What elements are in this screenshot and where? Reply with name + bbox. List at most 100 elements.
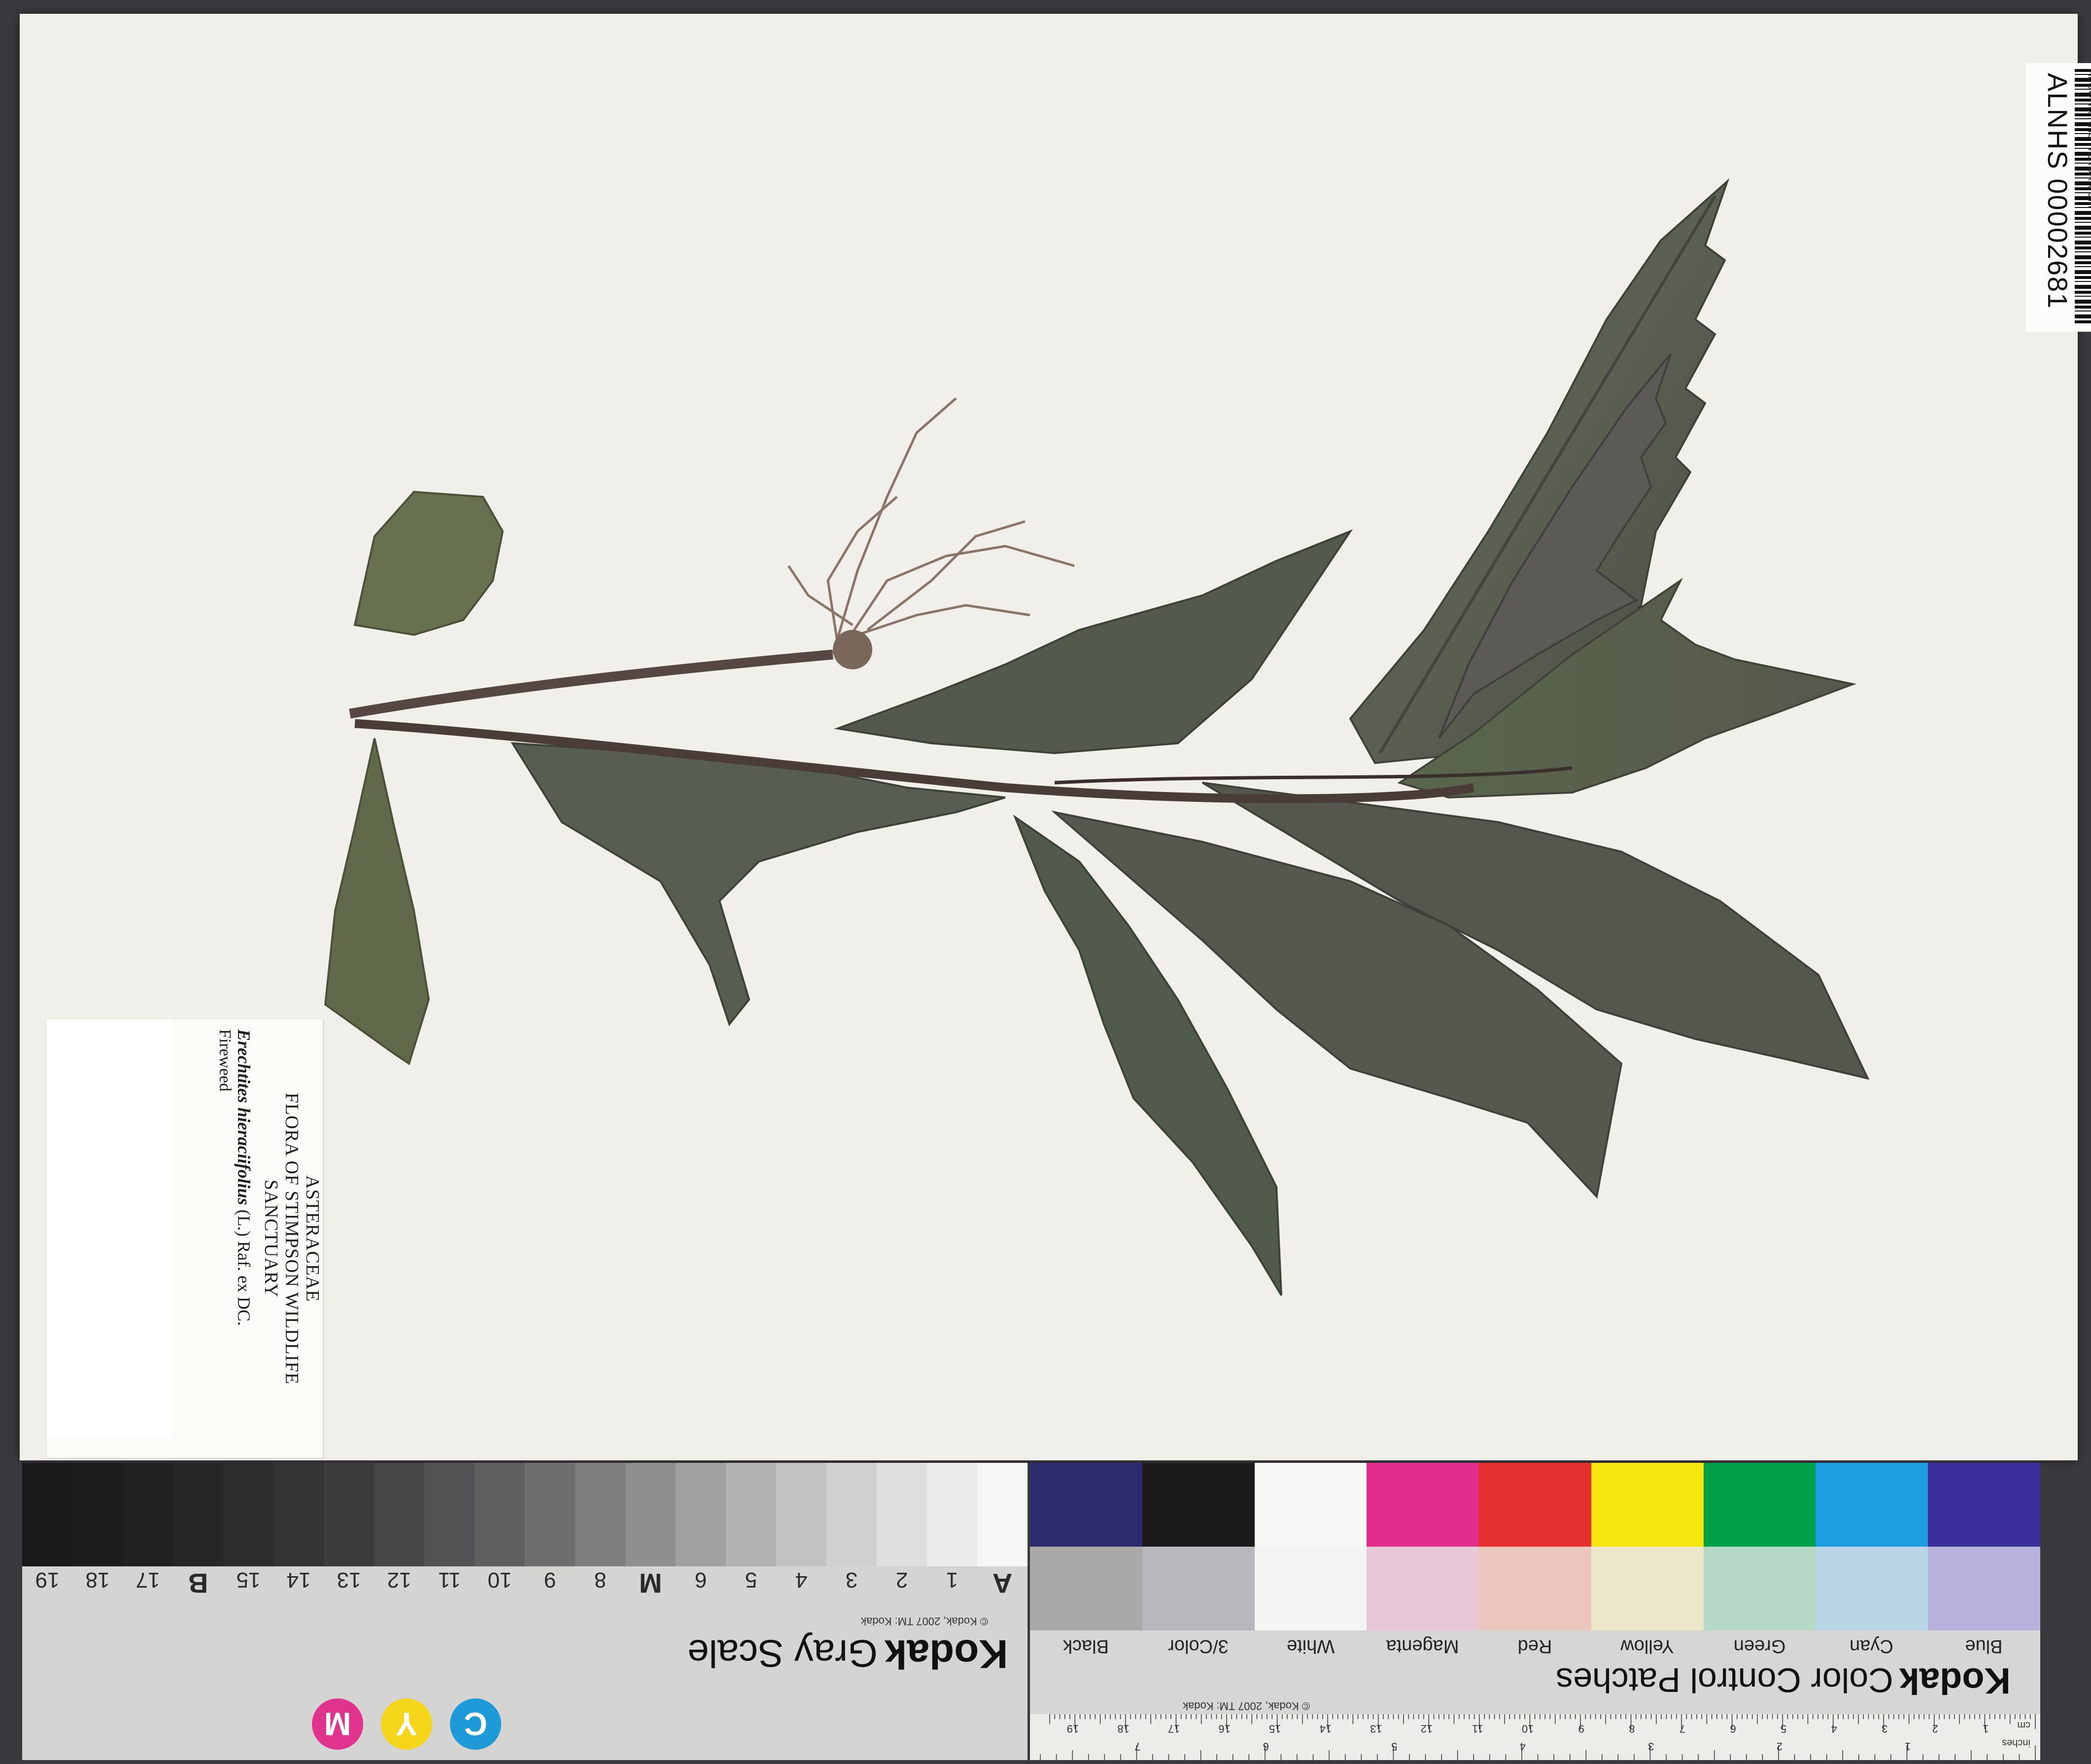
gray-step xyxy=(676,1463,726,1566)
color-patch-tint xyxy=(1816,1547,1928,1630)
ruler-cm-label: 11 xyxy=(1472,1723,1483,1735)
gray-scale-label: 19 xyxy=(35,1568,60,1592)
ruler-cm-label: 6 xyxy=(1730,1723,1736,1735)
color-patch xyxy=(1591,1463,1704,1547)
gray-step xyxy=(274,1463,324,1566)
gray-step xyxy=(223,1463,274,1566)
cmy-dots: CYM xyxy=(312,1698,501,1750)
patch-name: Color Control Patches xyxy=(1556,1661,1893,1699)
cmy-dot: M xyxy=(312,1698,363,1750)
leaf-basal-lower xyxy=(324,738,430,1066)
patch-copyright: © Kodak, 2007 TM: Kodak xyxy=(1183,1700,1310,1712)
gray-step xyxy=(575,1463,625,1566)
collection-title-line2: SANCTUARY xyxy=(261,1179,281,1298)
color-patch xyxy=(1254,1463,1367,1547)
gray-steps xyxy=(22,1463,1028,1566)
gray-scale-label: 17 xyxy=(136,1568,160,1592)
gray-step xyxy=(173,1463,223,1566)
gray-scale-label: 3 xyxy=(845,1568,858,1592)
gray-scale-copyright: © Kodak, 2007 TM: Kodak xyxy=(861,1615,988,1627)
ruler-inch-label: 5 xyxy=(1391,1740,1397,1753)
cmy-dot: C xyxy=(450,1698,501,1750)
collection-title-line1: FLORA OF STIMPSON WILDLIFE xyxy=(281,1092,302,1385)
ruler-cm-label: 14 xyxy=(1320,1723,1332,1735)
ruler-cm-label: 7 xyxy=(1680,1723,1685,1735)
gray-step xyxy=(977,1463,1028,1566)
gray-scale-label: 5 xyxy=(745,1568,757,1592)
gray-scale-label: 8 xyxy=(594,1568,607,1592)
gray-scale-label: 2 xyxy=(895,1568,908,1592)
color-patch-tint xyxy=(1030,1547,1142,1630)
gray-step xyxy=(877,1463,927,1566)
ruler-cm-label: 15 xyxy=(1269,1723,1281,1735)
label-text: ASTERACEAE FLORA OF STIMPSON WILDLIFE SA… xyxy=(215,1029,323,1448)
color-patch-tint xyxy=(1928,1547,2040,1630)
gray-step xyxy=(424,1463,475,1566)
gray-scale-label: 1 xyxy=(946,1568,959,1592)
catalog-number: ALNHS 00002681 xyxy=(2042,73,2073,310)
specimen-label: ASTERACEAE FLORA OF STIMPSON WILDLIFE SA… xyxy=(47,1019,323,1458)
patch-label: White xyxy=(1286,1636,1335,1657)
ruler-cm-label: 9 xyxy=(1578,1723,1584,1735)
gray-scale-label: 18 xyxy=(85,1568,110,1592)
authority: (L.) Raf. ex DC. xyxy=(234,1210,254,1326)
family-name: ASTERACEAE xyxy=(302,1175,323,1302)
gray-step xyxy=(625,1463,676,1566)
ruler-unit-label: cm xyxy=(2017,1720,2030,1730)
gray-step xyxy=(927,1463,977,1566)
color-patch xyxy=(1367,1463,1479,1547)
pressed-plant-specimen xyxy=(324,178,1870,1296)
gray-step xyxy=(826,1463,877,1566)
color-patch xyxy=(1142,1463,1255,1547)
gray-scale-label: 10 xyxy=(487,1568,512,1592)
gray-scale-label: B xyxy=(188,1568,208,1599)
patch-label: Red xyxy=(1517,1636,1552,1657)
ruler-inch-label: 2 xyxy=(1777,1740,1782,1753)
color-patch-tint xyxy=(1479,1547,1591,1630)
ruler: 1234567891011121314151617181912345678cmi… xyxy=(1030,1714,2040,1760)
color-patch-tint xyxy=(1703,1547,1816,1630)
color-patch xyxy=(1030,1463,1142,1547)
patch-label: Blue xyxy=(1965,1636,2003,1657)
gray-scale-label: 12 xyxy=(387,1568,411,1592)
color-patch xyxy=(1816,1463,1928,1547)
gray-scale-brand: Kodak xyxy=(884,1631,1008,1676)
scientific-name-line: Erechtites hieraciifolius (L.) Raf. ex D… xyxy=(234,1029,254,1448)
patch-title: KodakColor Control Patches xyxy=(1030,1660,2040,1714)
gray-scale-label: A xyxy=(992,1568,1013,1599)
patch-grid xyxy=(1030,1463,2040,1630)
patch-brand: Kodak xyxy=(1899,1660,2011,1701)
gray-step xyxy=(324,1463,374,1566)
gray-step xyxy=(123,1463,173,1566)
gray-scale-label: 9 xyxy=(544,1568,556,1592)
ruler-cm-label: 10 xyxy=(1522,1723,1534,1735)
patch-label: Black xyxy=(1063,1636,1109,1657)
gray-scale-title: KodakGray Scale xyxy=(22,1626,1028,1695)
herbarium-name: ALCONR NHS HERBARIUM xyxy=(2086,69,2091,208)
ruler-inch-label: 4 xyxy=(1520,1740,1526,1753)
leaf-basal-upper xyxy=(353,490,504,636)
gray-scale-name: Gray Scale xyxy=(687,1632,878,1675)
leaf-lower-left xyxy=(511,742,1006,1027)
gray-scale-label: 11 xyxy=(438,1568,461,1592)
gray-scale-label: 13 xyxy=(337,1568,361,1592)
ruler-cm-label: 17 xyxy=(1168,1723,1180,1735)
barcode-label: ALCONR NHS HERBARIUM ALNHS 00002681 xyxy=(2025,63,2091,332)
patch-label: Magenta xyxy=(1386,1636,1459,1657)
color-patch-tint xyxy=(1254,1547,1367,1630)
ruler-unit-label: inches xyxy=(2002,1737,2030,1748)
gray-scale-label: M xyxy=(639,1568,662,1599)
leaf-left-middle xyxy=(834,529,1353,755)
patch-labels: Blue Cyan Green Yellow Red Magenta White 3/Colo… xyxy=(1030,1630,2040,1660)
gray-step xyxy=(776,1463,826,1566)
kodak-color-patches: Blue Cyan Green Yellow Red Magenta White 3/Colo… xyxy=(1030,1463,2040,1760)
ruler-cm-label: 8 xyxy=(1629,1723,1635,1735)
roots xyxy=(787,397,1075,655)
ruler-cm-label: 3 xyxy=(1882,1723,1887,1735)
ruler-cm-label: 12 xyxy=(1421,1723,1433,1735)
gray-step xyxy=(475,1463,525,1566)
ruler-cm-label: 16 xyxy=(1218,1723,1230,1735)
redacted-area xyxy=(47,1019,172,1438)
gray-scale-label: 4 xyxy=(795,1568,808,1592)
kodak-gray-scale: A 1 2 3 4 5 6 M 8 9 10 11 12 13 14 15 B 17 18 19 KodakGray … xyxy=(22,1463,1028,1760)
